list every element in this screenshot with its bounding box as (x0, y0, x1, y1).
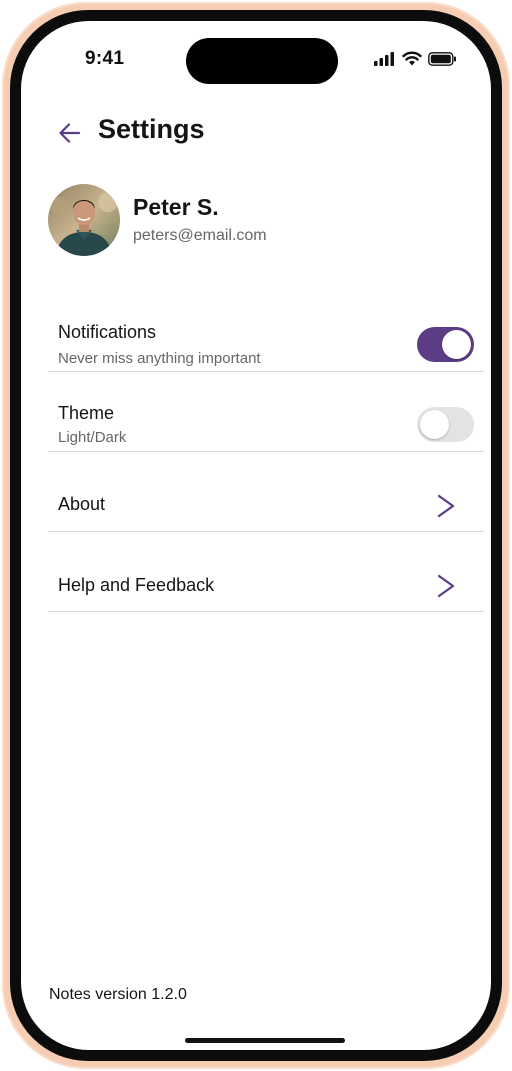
back-button[interactable] (54, 117, 86, 149)
wifi-icon (402, 51, 422, 66)
avatar-photo (48, 184, 120, 256)
avatar[interactable] (48, 184, 120, 256)
profile-email: peters@email.com (133, 227, 267, 244)
version-text: Notes version 1.2.0 (49, 986, 187, 1003)
row-subtitle: Never miss anything important (58, 350, 261, 367)
back-arrow-icon (59, 123, 81, 143)
toggle-knob (442, 330, 471, 359)
phone-frame: 9:41 Settings Peter S. peters@email.com … (2, 2, 510, 1069)
chevron-right-icon (437, 494, 455, 518)
settings-row-notifications[interactable]: Notifications Never miss anything import… (48, 309, 484, 372)
row-title: Help and Feedback (58, 575, 215, 595)
row-title: Notifications (58, 322, 157, 342)
row-subtitle: Light/Dark (58, 429, 127, 446)
chevron-right-icon (437, 574, 455, 598)
toggle-knob (420, 410, 449, 439)
theme-toggle[interactable] (417, 407, 474, 442)
phone-screen: 9:41 Settings Peter S. peters@email.com … (21, 21, 491, 1050)
page-title: Settings (98, 114, 205, 144)
profile-name: Peter S. (133, 194, 219, 220)
dynamic-island (186, 38, 338, 84)
settings-row-about[interactable]: About (48, 452, 484, 532)
phone-bezel: 9:41 Settings Peter S. peters@email.com … (10, 10, 502, 1061)
notifications-toggle[interactable] (417, 327, 474, 362)
cellular-signal-icon (374, 51, 394, 66)
row-title: Theme (58, 403, 115, 423)
settings-row-theme[interactable]: Theme Light/Dark (48, 372, 484, 452)
battery-icon (428, 51, 456, 66)
home-indicator[interactable] (185, 1038, 345, 1043)
status-icons (374, 51, 457, 66)
status-time: 9:41 (85, 48, 125, 69)
settings-row-help[interactable]: Help and Feedback (48, 532, 484, 612)
row-title: About (58, 494, 106, 514)
